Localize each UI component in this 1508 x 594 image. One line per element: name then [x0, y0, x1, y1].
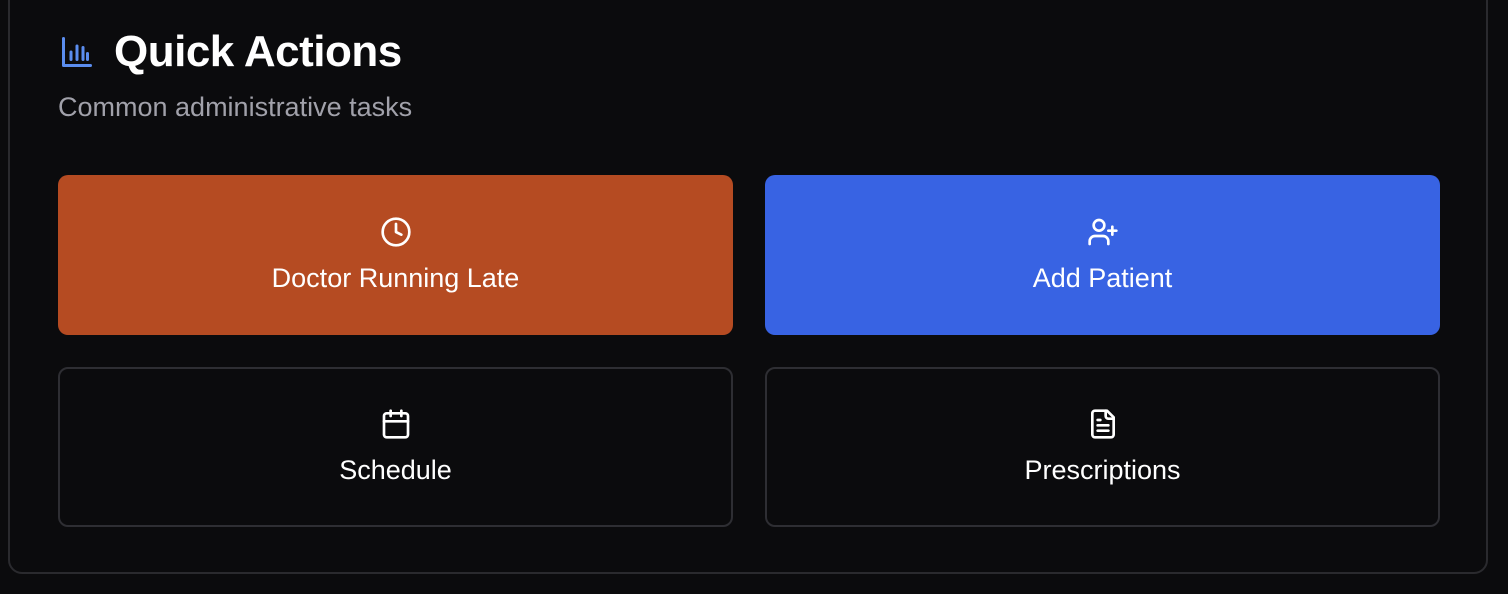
action-label: Add Patient	[1032, 263, 1173, 293]
prescriptions-button[interactable]: Prescriptions	[765, 367, 1440, 527]
card-title: Quick Actions	[114, 27, 402, 76]
file-text-icon	[1087, 408, 1119, 440]
action-label: Doctor Running Late	[271, 263, 520, 293]
add-patient-button[interactable]: Add Patient	[765, 175, 1440, 335]
calendar-icon	[380, 408, 412, 440]
bar-chart-icon	[58, 33, 96, 71]
card-subtitle: Common administrative tasks	[58, 92, 413, 122]
user-plus-icon	[1087, 216, 1119, 248]
doctor-running-late-button[interactable]: Doctor Running Late	[58, 175, 733, 335]
card-header: Quick Actions	[58, 26, 402, 78]
clock-icon	[380, 216, 412, 248]
schedule-button[interactable]: Schedule	[58, 367, 733, 527]
action-label: Prescriptions	[1024, 455, 1181, 485]
action-label: Schedule	[339, 455, 452, 485]
